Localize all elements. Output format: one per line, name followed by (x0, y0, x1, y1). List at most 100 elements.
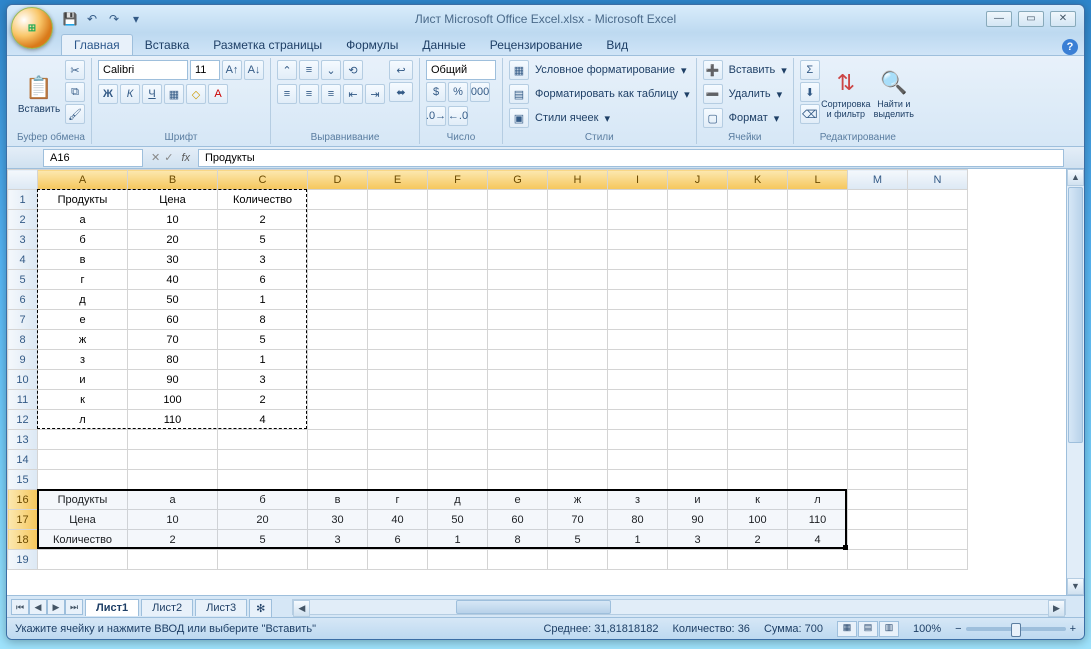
cell-K1[interactable] (728, 190, 788, 210)
cell-L3[interactable] (788, 230, 848, 250)
cell-B4[interactable]: 30 (128, 250, 218, 270)
cell-L9[interactable] (788, 350, 848, 370)
paste-button[interactable]: 📋 Вставить (17, 60, 61, 126)
cell-I7[interactable] (608, 310, 668, 330)
row-header-1[interactable]: 1 (8, 190, 38, 210)
align-middle-button[interactable]: ≡ (299, 60, 319, 80)
cell-F11[interactable] (428, 390, 488, 410)
cell-M14[interactable] (848, 450, 908, 470)
cell-H10[interactable] (548, 370, 608, 390)
cell-B13[interactable] (128, 430, 218, 450)
cell-C2[interactable]: 2 (218, 210, 308, 230)
formula-input[interactable]: Продукты (198, 149, 1064, 167)
cell-K16[interactable]: к (728, 490, 788, 510)
row-header-13[interactable]: 13 (8, 430, 38, 450)
cell-M19[interactable] (848, 550, 908, 570)
cell-I1[interactable] (608, 190, 668, 210)
row-header-17[interactable]: 17 (8, 510, 38, 530)
office-button[interactable]: ⊞ (11, 7, 53, 49)
cell-M4[interactable] (848, 250, 908, 270)
cell-I3[interactable] (608, 230, 668, 250)
cell-J2[interactable] (668, 210, 728, 230)
cell-B12[interactable]: 110 (128, 410, 218, 430)
cell-K18[interactable]: 2 (728, 530, 788, 550)
col-header-H[interactable]: H (548, 170, 608, 190)
cell-N3[interactable] (908, 230, 968, 250)
cell-B1[interactable]: Цена (128, 190, 218, 210)
cell-G12[interactable] (488, 410, 548, 430)
cell-M16[interactable] (848, 490, 908, 510)
comma-button[interactable]: 000 (470, 82, 490, 102)
cell-M8[interactable] (848, 330, 908, 350)
border-button[interactable]: ▦ (164, 84, 184, 104)
row-header-11[interactable]: 11 (8, 390, 38, 410)
cell-H17[interactable]: 70 (548, 510, 608, 530)
help-icon[interactable]: ? (1062, 39, 1078, 55)
cell-L16[interactable]: л (788, 490, 848, 510)
cell-J5[interactable] (668, 270, 728, 290)
row-header-2[interactable]: 2 (8, 210, 38, 230)
cell-E15[interactable] (368, 470, 428, 490)
cell-H8[interactable] (548, 330, 608, 350)
cell-M1[interactable] (848, 190, 908, 210)
cell-C6[interactable]: 1 (218, 290, 308, 310)
cell-E1[interactable] (368, 190, 428, 210)
cell-A13[interactable] (38, 430, 128, 450)
cell-C7[interactable]: 8 (218, 310, 308, 330)
cell-C8[interactable]: 5 (218, 330, 308, 350)
cell-M6[interactable] (848, 290, 908, 310)
cell-A8[interactable]: ж (38, 330, 128, 350)
cell-H2[interactable] (548, 210, 608, 230)
cell-F16[interactable]: д (428, 490, 488, 510)
cell-H3[interactable] (548, 230, 608, 250)
spreadsheet-grid[interactable]: ABCDEFGHIJKLMN1ПродуктыЦенаКоличество2а1… (7, 169, 968, 570)
col-header-J[interactable]: J (668, 170, 728, 190)
cell-K15[interactable] (728, 470, 788, 490)
maximize-button[interactable]: ▭ (1018, 11, 1044, 27)
cell-D17[interactable]: 30 (308, 510, 368, 530)
cell-H16[interactable]: ж (548, 490, 608, 510)
cell-H5[interactable] (548, 270, 608, 290)
insert-cells-button[interactable]: ➕Вставить▾ (703, 60, 787, 80)
cell-D4[interactable] (308, 250, 368, 270)
grow-font-button[interactable]: A↑ (222, 60, 242, 80)
cell-C4[interactable]: 3 (218, 250, 308, 270)
fx-icon[interactable]: fx (181, 152, 190, 164)
cell-D6[interactable] (308, 290, 368, 310)
cell-D13[interactable] (308, 430, 368, 450)
cell-M10[interactable] (848, 370, 908, 390)
row-header-15[interactable]: 15 (8, 470, 38, 490)
cell-N14[interactable] (908, 450, 968, 470)
cell-K9[interactable] (728, 350, 788, 370)
cell-K2[interactable] (728, 210, 788, 230)
cell-A1[interactable]: Продукты (38, 190, 128, 210)
cell-C16[interactable]: б (218, 490, 308, 510)
cell-F2[interactable] (428, 210, 488, 230)
cell-G17[interactable]: 60 (488, 510, 548, 530)
cell-A5[interactable]: г (38, 270, 128, 290)
page-break-view-button[interactable]: ▥ (879, 621, 899, 637)
new-sheet-button[interactable]: ✻ (249, 599, 272, 617)
cell-J6[interactable] (668, 290, 728, 310)
cell-G16[interactable]: е (488, 490, 548, 510)
cell-F18[interactable]: 1 (428, 530, 488, 550)
cell-A15[interactable] (38, 470, 128, 490)
cell-L10[interactable] (788, 370, 848, 390)
cell-B15[interactable] (128, 470, 218, 490)
cell-N7[interactable] (908, 310, 968, 330)
cell-J10[interactable] (668, 370, 728, 390)
last-sheet-button[interactable]: ⏭ (65, 599, 83, 615)
cell-J15[interactable] (668, 470, 728, 490)
zoom-in-button[interactable]: + (1070, 623, 1076, 635)
cell-I18[interactable]: 1 (608, 530, 668, 550)
cell-A19[interactable] (38, 550, 128, 570)
cell-I14[interactable] (608, 450, 668, 470)
cell-F4[interactable] (428, 250, 488, 270)
cell-G13[interactable] (488, 430, 548, 450)
cell-J8[interactable] (668, 330, 728, 350)
cell-A4[interactable]: в (38, 250, 128, 270)
fill-button[interactable]: ⬇ (800, 82, 820, 102)
tab-view[interactable]: Вид (594, 35, 640, 55)
row-header-14[interactable]: 14 (8, 450, 38, 470)
cell-L12[interactable] (788, 410, 848, 430)
